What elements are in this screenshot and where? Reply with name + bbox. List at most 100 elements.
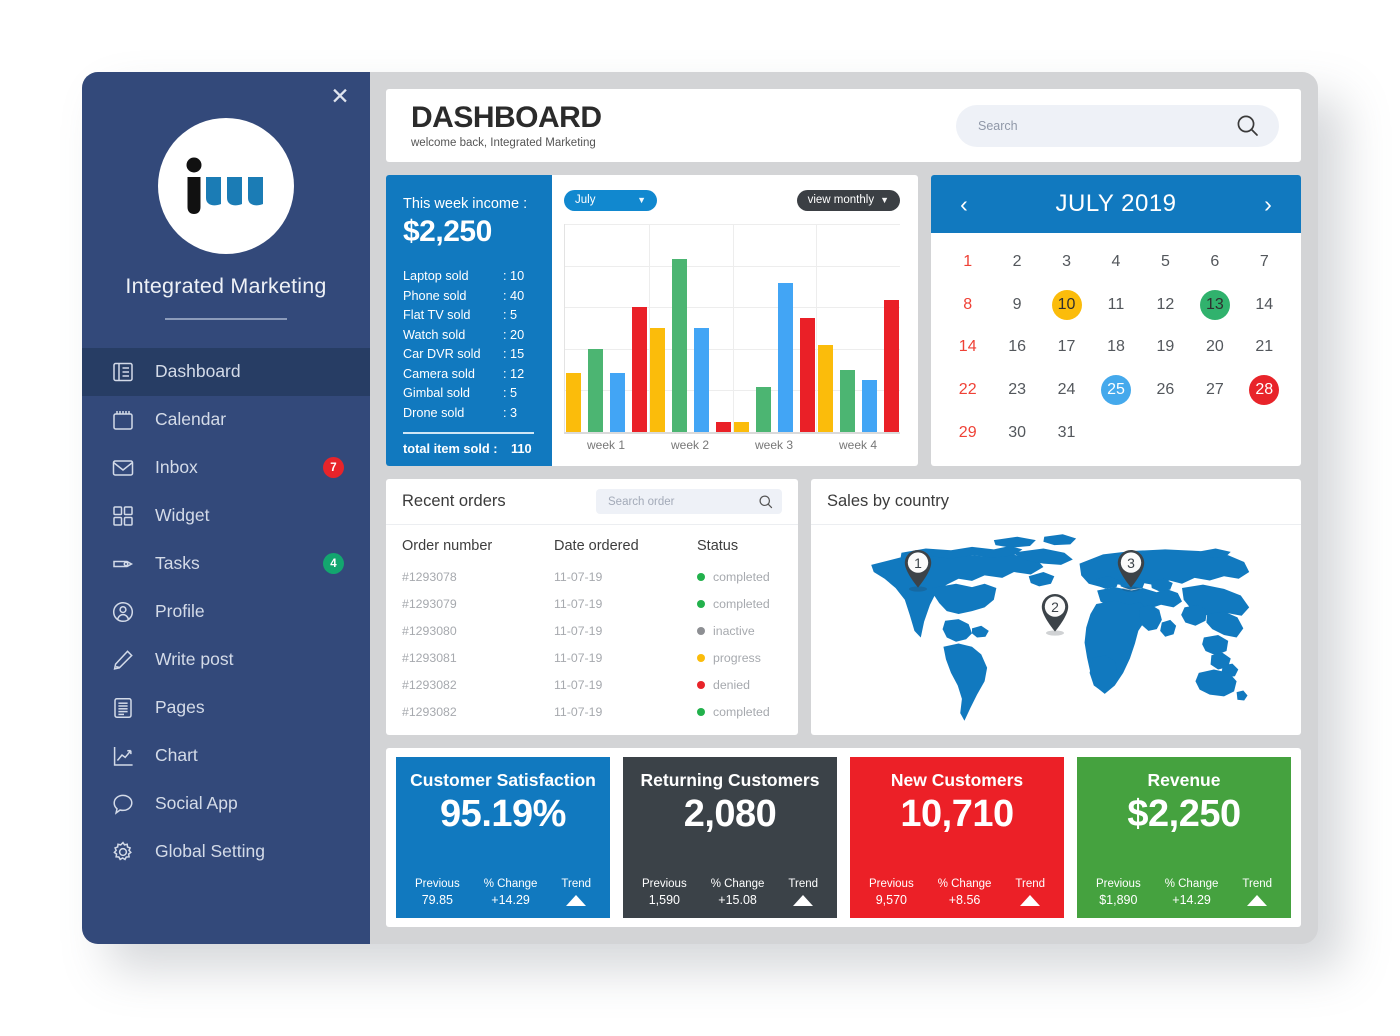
calendar-grid: 1 2 3 4 5 6 7 8 9 10 11 12 13 14 14 16 17 18 19 20 21 22 23 24 2… <box>931 233 1301 466</box>
search-icon[interactable] <box>758 494 774 510</box>
calendar-day[interactable]: 14 <box>953 332 983 362</box>
kpi-value: $2,250 <box>1127 793 1241 835</box>
kpi-title: New Customers <box>890 770 1024 790</box>
order-search-input[interactable] <box>608 495 758 508</box>
calendar-day[interactable]: 19 <box>1150 332 1180 362</box>
income-total-label: total item sold : <box>403 440 498 456</box>
calendar-day[interactable]: 12 <box>1150 290 1180 320</box>
sidebar-item-chart[interactable]: Chart <box>82 732 370 780</box>
calendar-day[interactable]: 22 <box>953 375 983 405</box>
kpi-card[interactable]: New Customers 10,710 Previous 9,570 % Change… <box>850 757 1064 918</box>
kpi-value: 10,710 <box>900 793 1014 835</box>
bar[interactable] <box>565 373 581 432</box>
calendar-day[interactable]: 31 <box>1052 418 1082 448</box>
bar[interactable] <box>693 328 709 432</box>
bar[interactable] <box>799 317 815 432</box>
bar[interactable] <box>587 348 603 432</box>
sidebar-item-profile[interactable]: Profile <box>82 588 370 636</box>
calendar-day[interactable]: 26 <box>1150 375 1180 405</box>
sidebar-item-social-app[interactable]: Social App <box>82 780 370 828</box>
chevron-left-icon[interactable]: ‹ <box>953 191 975 218</box>
calendar-day[interactable]: 6 <box>1200 247 1230 277</box>
bar[interactable] <box>671 258 687 432</box>
month-select[interactable]: July ▼ <box>564 189 657 211</box>
calendar-cell: 27 <box>1190 369 1239 412</box>
kpi-card[interactable]: Returning Customers 2,080 Previous 1,590 % C… <box>623 757 837 918</box>
chart-bars <box>564 224 900 432</box>
table-row[interactable]: #1293078 11-07-19 completed <box>402 563 782 590</box>
kpi-card[interactable]: Revenue $2,250 Previous $1,890 % Change +14.2… <box>1077 757 1291 918</box>
search-icon[interactable] <box>1235 113 1261 139</box>
calendar-day[interactable]: 28 <box>1249 375 1280 406</box>
calendar-cell: 29 <box>943 411 992 454</box>
kpi-trend: Trend <box>561 878 591 907</box>
table-row[interactable]: #1293082 11-07-19 completed <box>402 698 782 725</box>
calendar-day[interactable]: 1 <box>953 247 983 277</box>
sidebar-item-dashboard[interactable]: Dashboard <box>82 347 370 396</box>
bar[interactable] <box>883 300 899 432</box>
calendar-day[interactable]: 9 <box>1002 290 1032 320</box>
chevron-right-icon[interactable]: › <box>1257 191 1279 218</box>
close-icon[interactable]: ✕ <box>326 82 354 110</box>
status-label: progress <box>713 650 761 665</box>
kpi-footer: Previous 9,570 % Change +8.56 Trend <box>860 878 1054 907</box>
bar[interactable] <box>609 373 625 432</box>
calendar-day[interactable]: 14 <box>1249 290 1279 320</box>
bar[interactable] <box>839 369 855 432</box>
calendar-day[interactable]: 30 <box>1002 418 1032 448</box>
calendar-day[interactable]: 16 <box>1002 332 1032 362</box>
calendar-day[interactable]: 24 <box>1052 375 1082 405</box>
bar[interactable] <box>631 307 647 432</box>
bar[interactable] <box>649 328 665 432</box>
kpi-card[interactable]: Customer Satisfaction 95.19% Previous 79.85… <box>396 757 610 918</box>
table-row[interactable]: #1293080 11-07-19 inactive <box>402 617 782 644</box>
table-row[interactable]: #1293082 11-07-19 denied <box>402 671 782 698</box>
view-mode-select[interactable]: view monthly ▼ <box>796 189 900 211</box>
order-search-box[interactable] <box>596 489 782 514</box>
table-row[interactable]: #1293081 11-07-19 progress <box>402 644 782 671</box>
income-item: Flat TV sold: 5 <box>403 306 552 326</box>
calendar-day[interactable]: 8 <box>953 290 983 320</box>
calendar-day[interactable]: 21 <box>1249 332 1279 362</box>
search-input[interactable] <box>978 118 1235 133</box>
bar[interactable] <box>861 380 877 432</box>
calendar-day[interactable]: 23 <box>1002 375 1032 405</box>
sidebar-item-write-post[interactable]: Write post <box>82 636 370 684</box>
calendar-day[interactable]: 7 <box>1249 247 1279 277</box>
table-row[interactable]: #1293079 11-07-19 completed <box>402 590 782 617</box>
sidebar-item-global-setting[interactable]: Global Setting <box>82 828 370 876</box>
calendar-day[interactable]: 11 <box>1101 290 1131 320</box>
map-pin[interactable]: 2 <box>1039 592 1071 636</box>
sidebar-item-calendar[interactable]: Calendar <box>82 396 370 444</box>
calendar-cell: 16 <box>992 326 1041 369</box>
header-text: DASHBOARD welcome back, Integrated Marke… <box>411 102 602 149</box>
sidebar-item-inbox[interactable]: Inbox 7 <box>82 444 370 492</box>
calendar-day[interactable]: 18 <box>1101 332 1131 362</box>
page-header: DASHBOARD welcome back, Integrated Marke… <box>386 89 1301 162</box>
income-divider <box>403 432 534 434</box>
map-pin[interactable]: 1 <box>902 548 934 592</box>
bar[interactable] <box>755 386 771 432</box>
sidebar-item-widget[interactable]: Widget <box>82 492 370 540</box>
calendar-day[interactable]: 17 <box>1052 332 1082 362</box>
calendar-day[interactable]: 25 <box>1100 375 1131 406</box>
calendar-day[interactable]: 2 <box>1002 247 1032 277</box>
bar[interactable] <box>817 345 833 432</box>
calendar-day[interactable]: 5 <box>1150 247 1180 277</box>
sidebar-item-pages[interactable]: Pages <box>82 684 370 732</box>
calendar-day[interactable]: 10 <box>1051 289 1082 320</box>
bar[interactable] <box>733 421 749 432</box>
bar[interactable] <box>777 282 793 432</box>
calendar-day[interactable]: 4 <box>1101 247 1131 277</box>
calendar-day[interactable]: 20 <box>1200 332 1230 362</box>
sidebar-item-tasks[interactable]: Tasks 4 <box>82 540 370 588</box>
bar[interactable] <box>715 421 731 432</box>
map-pin[interactable]: 3 <box>1115 548 1147 592</box>
calendar-day[interactable]: 29 <box>953 418 983 448</box>
map-pin-icon: 1 <box>904 550 931 592</box>
search-box[interactable] <box>956 104 1279 147</box>
calendar-day[interactable]: 3 <box>1052 247 1082 277</box>
calendar-day[interactable]: 27 <box>1200 375 1230 405</box>
calendar-cell: 6 <box>1190 241 1239 284</box>
calendar-day[interactable]: 13 <box>1199 289 1230 320</box>
